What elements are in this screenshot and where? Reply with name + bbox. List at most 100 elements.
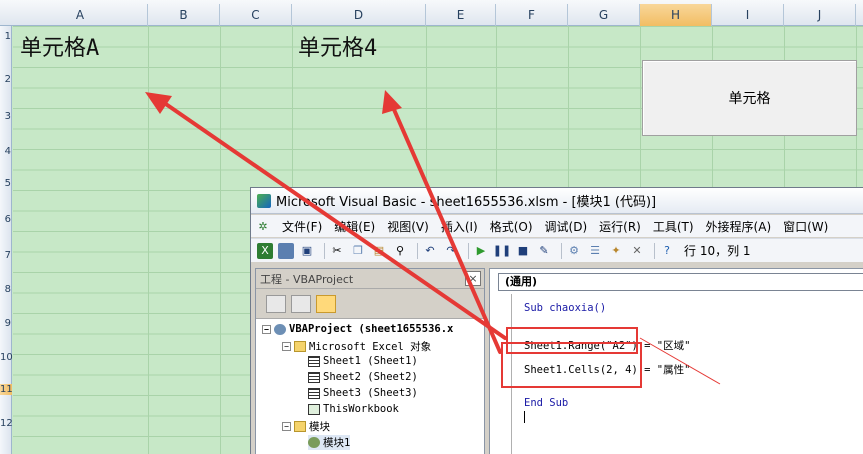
toolbar-separator bbox=[324, 242, 325, 259]
excel-view-icon[interactable]: X bbox=[257, 242, 273, 259]
row-header-6[interactable]: 6 bbox=[0, 214, 12, 225]
collapse-icon[interactable]: − bbox=[282, 422, 291, 431]
project-explorer-icon[interactable]: ⚙ bbox=[566, 243, 582, 259]
help-icon[interactable]: ? bbox=[659, 243, 675, 259]
undo-icon[interactable]: ↶ bbox=[422, 243, 438, 259]
tree-node-module1[interactable]: 模块1 bbox=[308, 435, 351, 450]
worksheet-icon bbox=[308, 387, 320, 399]
project-explorer-pane[interactable]: 工程 - VBAProject × − VBAProject (sheet165… bbox=[255, 268, 485, 454]
code-line-sub-text: Sub chaoxia() bbox=[524, 302, 607, 314]
break-icon[interactable]: ❚❚ bbox=[493, 243, 511, 259]
vba-menu-bar: ✲ 文件(F) 编辑(E) 视图(V) 插入(I) 格式(O) 调试(D) 运行… bbox=[251, 215, 863, 237]
column-header-f[interactable]: F bbox=[496, 4, 568, 26]
column-header-c[interactable]: C bbox=[220, 4, 292, 26]
tree-node-sheet3[interactable]: Sheet3 (Sheet3) bbox=[308, 387, 418, 399]
menu-file[interactable]: 文件(F) bbox=[276, 218, 328, 235]
tree-node-label: Sheet3 (Sheet3) bbox=[323, 387, 418, 399]
column-header-e[interactable]: E bbox=[426, 4, 496, 26]
cut-icon[interactable]: ✂ bbox=[329, 243, 345, 259]
menu-tools[interactable]: 工具(T) bbox=[647, 218, 700, 235]
menu-run[interactable]: 运行(R) bbox=[593, 218, 647, 235]
toolbar-separator bbox=[468, 242, 469, 259]
insert-userform-icon[interactable] bbox=[278, 242, 294, 259]
text-caret bbox=[524, 411, 525, 423]
object-combo-box[interactable]: (通用) bbox=[498, 273, 863, 291]
tree-node-label: VBAProject (sheet1655536.x bbox=[289, 323, 454, 335]
row-headers: 1 2 3 4 5 6 7 8 9 10 11 12 bbox=[0, 26, 13, 454]
reset-icon[interactable]: ■ bbox=[515, 243, 531, 259]
column-header-g[interactable]: G bbox=[568, 4, 640, 26]
row-header-4[interactable]: 4 bbox=[0, 146, 12, 157]
grid-line bbox=[220, 26, 221, 454]
worksheet-icon bbox=[308, 371, 320, 383]
column-headers: A B C D E F G H I J bbox=[0, 0, 863, 26]
object-browser-icon[interactable]: ✦ bbox=[608, 243, 624, 259]
tree-node-label: 模块 bbox=[309, 421, 330, 433]
close-icon[interactable]: × bbox=[465, 271, 481, 286]
tree-node-sheet1[interactable]: Sheet1 (Sheet1) bbox=[308, 355, 418, 367]
tree-node-label: Sheet2 (Sheet2) bbox=[323, 371, 418, 383]
menu-edit[interactable]: 编辑(E) bbox=[328, 218, 381, 235]
cursor-position: 行 10，列 1 bbox=[684, 244, 751, 258]
collapse-icon[interactable]: − bbox=[262, 324, 271, 334]
cell-a1-text[interactable]: 单元格A bbox=[20, 30, 99, 62]
menu-format[interactable]: 格式(O) bbox=[484, 218, 539, 235]
row-header-11[interactable]: 11 bbox=[0, 384, 13, 395]
paste-icon[interactable]: ▤ bbox=[371, 243, 387, 259]
collapse-icon[interactable]: − bbox=[282, 342, 291, 351]
tree-node-thisworkbook[interactable]: ThisWorkbook bbox=[308, 403, 399, 415]
find-icon[interactable]: ⚲ bbox=[392, 243, 408, 259]
row-header-9[interactable]: 9 bbox=[0, 318, 12, 329]
tree-node-label: Sheet1 (Sheet1) bbox=[323, 355, 418, 367]
folder-icon bbox=[294, 341, 306, 352]
tree-node-vbaproject[interactable]: − VBAProject (sheet1655536.x bbox=[262, 323, 453, 335]
save-icon[interactable]: ▣ bbox=[299, 243, 315, 259]
properties-icon[interactable]: ☰ bbox=[587, 243, 603, 259]
row-header-3[interactable]: 3 bbox=[0, 111, 12, 122]
row-header-5[interactable]: 5 bbox=[0, 178, 12, 189]
vba-menu-gear-icon[interactable]: ✲ bbox=[255, 218, 271, 234]
project-explorer-title: 工程 - VBAProject bbox=[260, 272, 354, 286]
cell-d1-text[interactable]: 单元格4 bbox=[298, 30, 377, 62]
redo-icon[interactable]: ↷ bbox=[443, 243, 459, 259]
menu-insert[interactable]: 插入(I) bbox=[435, 218, 484, 235]
tree-node-sheet2[interactable]: Sheet2 (Sheet2) bbox=[308, 371, 418, 383]
tree-node-modules[interactable]: − 模块 bbox=[282, 419, 330, 434]
code-line-end-sub[interactable]: End Sub bbox=[524, 397, 568, 409]
sheet-command-button-label: 单元格 bbox=[728, 91, 771, 107]
row-header-2[interactable]: 2 bbox=[0, 74, 12, 85]
tree-node-label: ThisWorkbook bbox=[323, 403, 399, 415]
row-header-8[interactable]: 8 bbox=[0, 284, 12, 295]
menu-addins[interactable]: 外接程序(A) bbox=[700, 218, 778, 235]
row-header-7[interactable]: 7 bbox=[0, 250, 12, 261]
row-header-10[interactable]: 10 bbox=[0, 352, 13, 363]
vba-toolbar: X ▣ ✂ ❐ ▤ ⚲ ↶ ↷ ▶ ❚❚ ■ ✎ ⚙ ☰ ✦ ✕ ? 行 10，… bbox=[251, 238, 863, 262]
folder-icon bbox=[294, 421, 306, 432]
run-icon[interactable]: ▶ bbox=[473, 243, 489, 259]
design-mode-icon[interactable]: ✎ bbox=[536, 243, 552, 259]
baidu-watermark-logo: Baidu 经验 bbox=[700, 386, 845, 416]
row-header-12[interactable]: 12 bbox=[0, 418, 13, 429]
toolbox-icon[interactable]: ✕ bbox=[629, 243, 645, 259]
menu-view[interactable]: 视图(V) bbox=[381, 218, 435, 235]
sheet-command-button[interactable]: 单元格 bbox=[642, 60, 857, 136]
menu-window[interactable]: 窗口(W) bbox=[777, 218, 834, 235]
vba-window-title-bar[interactable]: Microsoft Visual Basic - sheet1655536.xl… bbox=[251, 188, 863, 214]
view-object-icon[interactable] bbox=[291, 294, 311, 313]
tree-node-excel-objects[interactable]: − Microsoft Excel 对象 bbox=[282, 339, 431, 354]
row-header-1[interactable]: 1 bbox=[0, 31, 12, 42]
toggle-folders-icon[interactable] bbox=[316, 294, 336, 313]
code-line-sub[interactable]: Sub chaoxia() bbox=[524, 302, 606, 314]
column-header-a[interactable]: A bbox=[13, 4, 148, 26]
highlight-box-cells bbox=[501, 342, 642, 388]
column-header-i[interactable]: I bbox=[712, 4, 784, 26]
column-header-b[interactable]: B bbox=[148, 4, 220, 26]
menu-debug[interactable]: 调试(D) bbox=[539, 218, 594, 235]
copy-icon[interactable]: ❐ bbox=[350, 243, 366, 259]
view-code-icon[interactable] bbox=[266, 294, 286, 313]
column-header-j[interactable]: J bbox=[784, 4, 856, 26]
column-header-d[interactable]: D bbox=[292, 4, 426, 26]
column-header-h[interactable]: H bbox=[640, 4, 712, 26]
project-explorer-toolbar bbox=[256, 289, 484, 319]
workbook-icon bbox=[308, 403, 320, 415]
